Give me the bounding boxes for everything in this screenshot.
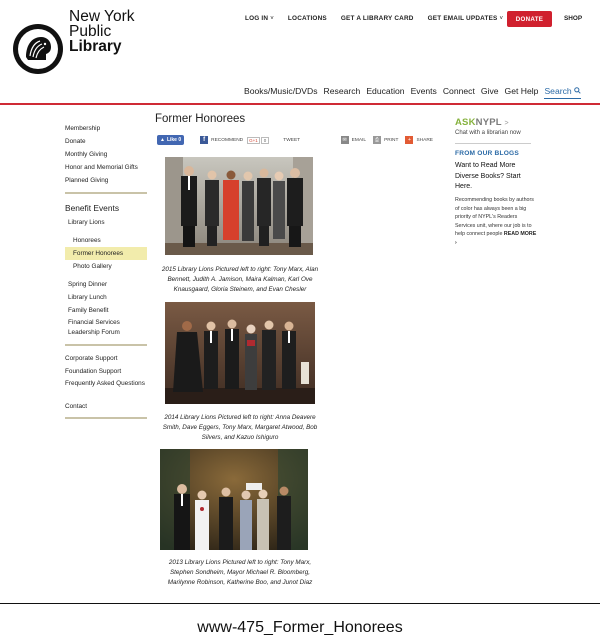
share-link[interactable]: SHARE <box>416 138 433 143</box>
chat-with-librarian-link[interactable]: Chat with a librarian now <box>455 130 521 136</box>
sidebar-divider <box>65 344 147 346</box>
login-label: LOG IN <box>245 15 269 22</box>
photo-2013-library-lions[interactable] <box>160 449 308 550</box>
thumbs-up-icon: ▲ <box>160 137 165 143</box>
nav-connect[interactable]: Connect <box>443 86 475 99</box>
email-updates-label: GET EMAIL UPDATES <box>427 15 498 22</box>
blog-post-title[interactable]: Want to Read More Diverse Books? Start H… <box>455 161 535 193</box>
sidebar-item-contact[interactable]: Contact <box>65 400 147 413</box>
ask-nypl-logo[interactable]: ASKNYPL > <box>455 117 509 128</box>
from-our-blogs-heading: FROM OUR BLOGS <box>455 150 519 157</box>
library-card-link[interactable]: GET A LIBRARY CARD <box>341 15 414 22</box>
login-link[interactable]: LOG IN ˅ <box>245 15 274 22</box>
google-plus-button[interactable]: G+1 <box>247 136 260 144</box>
email-updates-link[interactable]: GET EMAIL UPDATES ˅ <box>428 15 504 22</box>
main-nav: Books/Music/DVDs Research Education Even… <box>244 86 587 99</box>
google-plus-count: 0 <box>260 136 270 144</box>
recommend-link[interactable]: RECOMMEND <box>211 138 243 143</box>
sidebar-item-financial-forum[interactable]: Financial Services Leadership Forum <box>65 317 147 339</box>
chevron-down-icon: ˅ <box>270 16 274 22</box>
sidebar-item-membership[interactable]: Membership <box>65 122 147 135</box>
brand-line-2: Public <box>69 23 112 40</box>
brand-line-1: New York <box>69 8 135 25</box>
share-bar: ▲ Like 0 f RECOMMEND G+1 0 TWEET ✉ EMAIL… <box>157 134 433 146</box>
tweet-link[interactable]: TWEET <box>283 138 300 143</box>
sidebar-item-library-lunch[interactable]: Library Lunch <box>65 291 147 304</box>
sidebar-item-spring-dinner[interactable]: Spring Dinner <box>65 278 147 291</box>
photo-caption-2013: 2013 Library Lions Pictured left to righ… <box>167 559 313 586</box>
facebook-icon[interactable]: f <box>200 136 209 144</box>
photo-caption-2014: 2014 Library Lions Pictured left to righ… <box>162 414 318 441</box>
brand-line-3: Library <box>69 38 122 55</box>
ask-label: ASK <box>455 117 476 128</box>
share-icon[interactable]: + <box>405 136 414 144</box>
nypl-lion-logo[interactable] <box>13 24 63 74</box>
left-sidebar: Membership Donate Monthly Giving Honor a… <box>65 122 147 425</box>
print-icon[interactable]: ⎙ <box>373 136 382 144</box>
facebook-like-button[interactable]: ▲ Like 0 <box>157 135 185 145</box>
nav-give[interactable]: Give <box>481 86 499 99</box>
lion-icon <box>18 29 58 69</box>
sidebar-item-planned-giving[interactable]: Planned Giving <box>65 174 147 187</box>
sidebar-item-honor-memorial[interactable]: Honor and Memorial Gifts <box>65 161 147 174</box>
chevron-down-icon: ˅ <box>499 16 504 22</box>
nypl-label: NYPL <box>475 117 502 128</box>
chevron-right-icon: > <box>504 120 509 127</box>
page-title: Former Honorees <box>155 113 246 125</box>
sidebar-item-monthly-giving[interactable]: Monthly Giving <box>65 148 147 161</box>
blog-post-excerpt: Recommending books by authors of color h… <box>455 196 537 248</box>
search-link[interactable]: Search <box>544 86 582 99</box>
sidebar-item-donate[interactable]: Donate <box>65 135 147 148</box>
sidebar-item-faq[interactable]: Frequently Asked Questions <box>65 378 147 400</box>
sidebar-item-benefit-events[interactable]: Benefit Events <box>65 200 147 216</box>
screenshot-label: www-475_Former_Honorees <box>197 619 403 636</box>
sidebar-divider <box>65 192 147 194</box>
utility-nav: LOG IN ˅ LOCATIONS GET A LIBRARY CARD GE… <box>245 15 517 22</box>
nypl-wordmark[interactable]: New York Public Library <box>69 8 135 55</box>
like-label: Like 0 <box>166 137 182 143</box>
search-icon <box>574 87 581 94</box>
nav-research[interactable]: Research <box>324 86 361 99</box>
sidebar-item-former-honorees[interactable]: Former Honorees <box>65 247 147 260</box>
donate-button[interactable]: DONATE <box>507 11 552 27</box>
screenshot-bottom-border <box>0 603 600 604</box>
nav-education[interactable]: Education <box>366 86 404 99</box>
sidebar-divider <box>65 417 147 419</box>
sidebar-item-library-lions[interactable]: Library Lions <box>65 216 147 229</box>
photo-caption-2015: 2015 Library Lions Pictured left to righ… <box>161 266 319 293</box>
sidebar-item-foundation-support[interactable]: Foundation Support <box>65 365 147 378</box>
nav-get-help[interactable]: Get Help <box>505 86 539 99</box>
sidebar-item-honorees[interactable]: Honorees <box>65 234 147 247</box>
print-link[interactable]: PRINT <box>384 138 398 143</box>
nav-books-music-dvds[interactable]: Books/Music/DVDs <box>244 86 318 99</box>
sidebar-item-photo-gallery[interactable]: Photo Gallery <box>65 260 147 273</box>
nav-events[interactable]: Events <box>411 86 437 99</box>
photo-2015-library-lions[interactable] <box>165 157 313 255</box>
search-label: Search <box>544 86 572 96</box>
photo-2014-library-lions[interactable] <box>165 302 315 404</box>
sidebar-item-corporate-support[interactable]: Corporate Support <box>65 352 147 365</box>
header-divider <box>0 103 600 105</box>
locations-link[interactable]: LOCATIONS <box>288 15 327 22</box>
email-link[interactable]: EMAIL <box>352 138 366 143</box>
shop-link[interactable]: SHOP <box>564 15 582 22</box>
sidebar-item-family-benefit[interactable]: Family Benefit <box>65 304 147 317</box>
email-icon[interactable]: ✉ <box>340 136 349 144</box>
right-divider <box>455 143 531 144</box>
